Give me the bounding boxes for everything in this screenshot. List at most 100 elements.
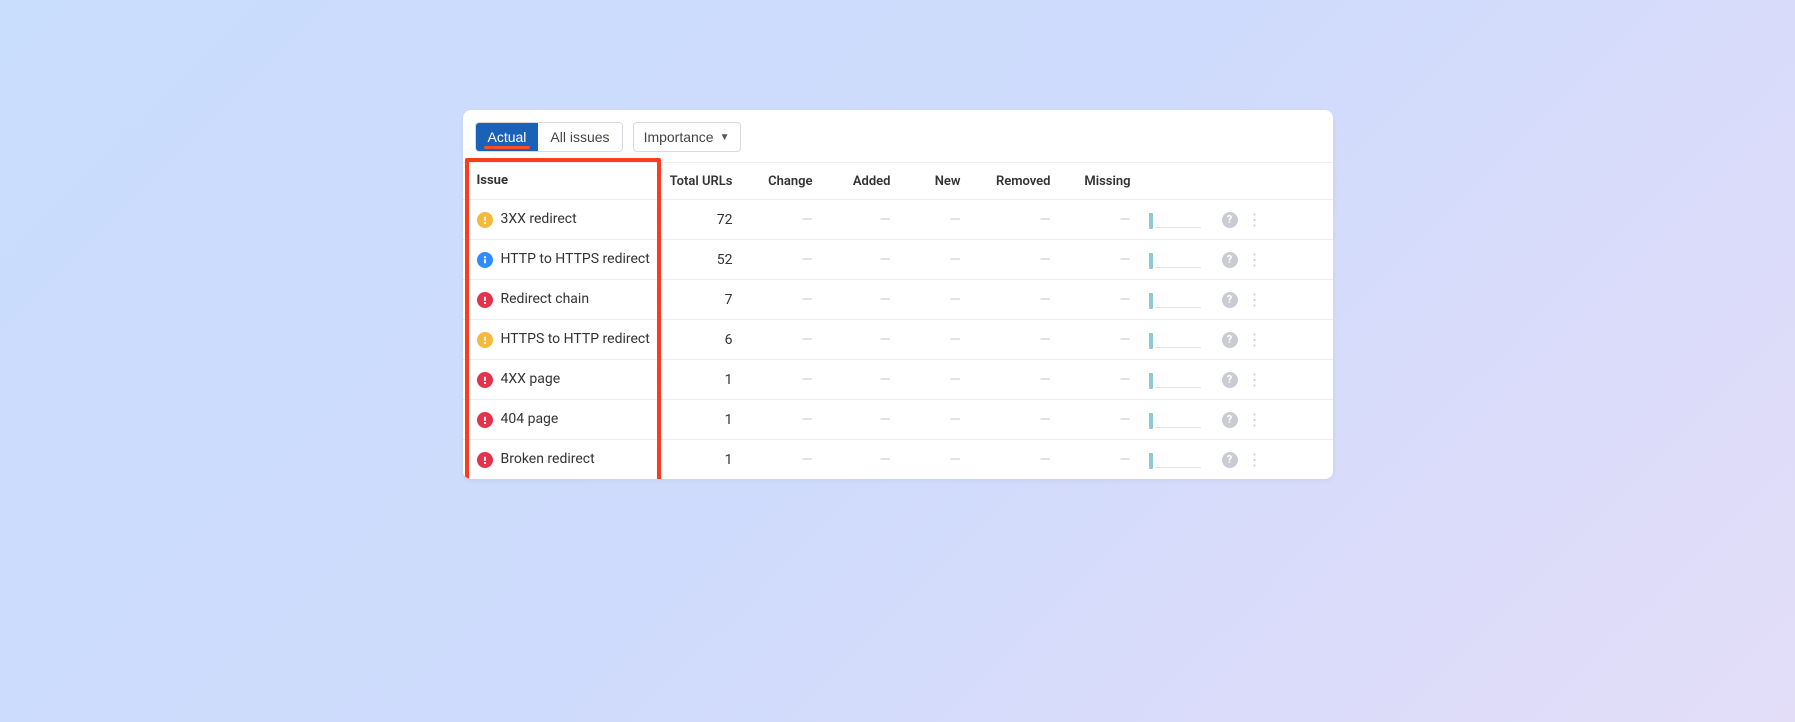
kebab-menu-icon: ⋮ <box>1247 330 1263 349</box>
missing-cell: — <box>1065 412 1145 428</box>
help-icon: ? <box>1222 412 1238 428</box>
toolbar: Actual All issues Importance ▼ <box>463 110 1333 162</box>
added-cell: — <box>827 332 905 348</box>
importance-dropdown[interactable]: Importance ▼ <box>633 122 741 152</box>
help-button[interactable]: ? <box>1215 452 1245 468</box>
issue-label[interactable]: Redirect chain <box>501 291 590 309</box>
tab-group: Actual All issues <box>475 122 623 152</box>
row-menu-button[interactable]: ⋮ <box>1245 250 1265 269</box>
issue-cell: HTTPS to HTTP redirect <box>477 331 667 349</box>
new-cell: — <box>905 332 975 348</box>
kebab-menu-icon: ⋮ <box>1247 290 1263 309</box>
row-menu-button[interactable]: ⋮ <box>1245 370 1265 389</box>
issue-label[interactable]: Broken redirect <box>501 451 595 469</box>
chevron-down-icon: ▼ <box>720 132 730 143</box>
table-row[interactable]: HTTPS to HTTP redirect6—————?⋮ <box>463 319 1333 359</box>
column-header-total-urls[interactable]: Total URLs <box>667 174 747 189</box>
issue-cell: 404 page <box>477 411 667 429</box>
help-button[interactable]: ? <box>1215 252 1245 268</box>
new-cell: — <box>905 372 975 388</box>
column-header-added[interactable]: Added <box>827 174 905 189</box>
row-menu-button[interactable]: ⋮ <box>1245 450 1265 469</box>
help-icon: ? <box>1222 372 1238 388</box>
table-row[interactable]: Redirect chain7—————?⋮ <box>463 279 1333 319</box>
removed-cell: — <box>975 452 1065 468</box>
issue-cell: 3XX redirect <box>477 211 667 229</box>
sparkline <box>1145 451 1215 469</box>
total-urls-cell: 6 <box>667 332 747 348</box>
total-urls-cell: 1 <box>667 452 747 468</box>
warning-badge-icon <box>477 212 493 228</box>
sparkline <box>1145 291 1215 309</box>
issue-label[interactable]: 3XX redirect <box>501 211 577 229</box>
new-cell: — <box>905 252 975 268</box>
removed-cell: — <box>975 252 1065 268</box>
change-cell: — <box>747 212 827 228</box>
help-icon: ? <box>1222 252 1238 268</box>
row-menu-button[interactable]: ⋮ <box>1245 210 1265 229</box>
issue-cell: HTTP to HTTPS redirect <box>477 251 667 269</box>
issues-panel: Actual All issues Importance ▼ Issue Tot… <box>463 110 1333 479</box>
missing-cell: — <box>1065 212 1145 228</box>
total-urls-cell: 1 <box>667 372 747 388</box>
table-row[interactable]: 4XX page1—————?⋮ <box>463 359 1333 399</box>
table-row[interactable]: HTTP to HTTPS redirect52—————?⋮ <box>463 239 1333 279</box>
missing-cell: — <box>1065 372 1145 388</box>
column-header-missing[interactable]: Missing <box>1065 174 1145 189</box>
column-header-new[interactable]: New <box>905 174 975 189</box>
change-cell: — <box>747 452 827 468</box>
removed-cell: — <box>975 332 1065 348</box>
issue-label[interactable]: 404 page <box>501 411 559 429</box>
tab-all-issues[interactable]: All issues <box>538 123 621 151</box>
table-row[interactable]: Broken redirect1—————?⋮ <box>463 439 1333 479</box>
error-badge-icon <box>477 292 493 308</box>
missing-cell: — <box>1065 452 1145 468</box>
row-menu-button[interactable]: ⋮ <box>1245 410 1265 429</box>
column-header-change[interactable]: Change <box>747 174 827 189</box>
new-cell: — <box>905 292 975 308</box>
change-cell: — <box>747 412 827 428</box>
help-button[interactable]: ? <box>1215 332 1245 348</box>
issue-cell: 4XX page <box>477 371 667 389</box>
issues-table: Issue Total URLs Change Added New Remove… <box>463 162 1333 479</box>
total-urls-cell: 72 <box>667 212 747 228</box>
new-cell: — <box>905 412 975 428</box>
kebab-menu-icon: ⋮ <box>1247 370 1263 389</box>
added-cell: — <box>827 412 905 428</box>
help-button[interactable]: ? <box>1215 292 1245 308</box>
help-button[interactable]: ? <box>1215 372 1245 388</box>
info-badge-icon <box>477 252 493 268</box>
help-button[interactable]: ? <box>1215 412 1245 428</box>
sparkline <box>1145 371 1215 389</box>
help-icon: ? <box>1222 212 1238 228</box>
sparkline <box>1145 251 1215 269</box>
column-header-removed[interactable]: Removed <box>975 174 1065 189</box>
total-urls-cell: 52 <box>667 252 747 268</box>
kebab-menu-icon: ⋮ <box>1247 250 1263 269</box>
table-row[interactable]: 404 page1—————?⋮ <box>463 399 1333 439</box>
help-icon: ? <box>1222 292 1238 308</box>
error-badge-icon <box>477 372 493 388</box>
column-header-issue[interactable]: Issue <box>477 173 667 189</box>
tab-actual[interactable]: Actual <box>476 123 539 151</box>
row-menu-button[interactable]: ⋮ <box>1245 290 1265 309</box>
change-cell: — <box>747 292 827 308</box>
added-cell: — <box>827 372 905 388</box>
issue-label[interactable]: 4XX page <box>501 371 561 389</box>
help-button[interactable]: ? <box>1215 212 1245 228</box>
sparkline <box>1145 331 1215 349</box>
table-row[interactable]: 3XX redirect72—————?⋮ <box>463 199 1333 239</box>
change-cell: — <box>747 332 827 348</box>
added-cell: — <box>827 452 905 468</box>
removed-cell: — <box>975 212 1065 228</box>
added-cell: — <box>827 212 905 228</box>
kebab-menu-icon: ⋮ <box>1247 210 1263 229</box>
added-cell: — <box>827 252 905 268</box>
new-cell: — <box>905 212 975 228</box>
row-menu-button[interactable]: ⋮ <box>1245 330 1265 349</box>
issue-label[interactable]: HTTP to HTTPS redirect <box>501 251 650 269</box>
change-cell: — <box>747 252 827 268</box>
issue-label[interactable]: HTTPS to HTTP redirect <box>501 331 650 349</box>
kebab-menu-icon: ⋮ <box>1247 450 1263 469</box>
kebab-menu-icon: ⋮ <box>1247 410 1263 429</box>
